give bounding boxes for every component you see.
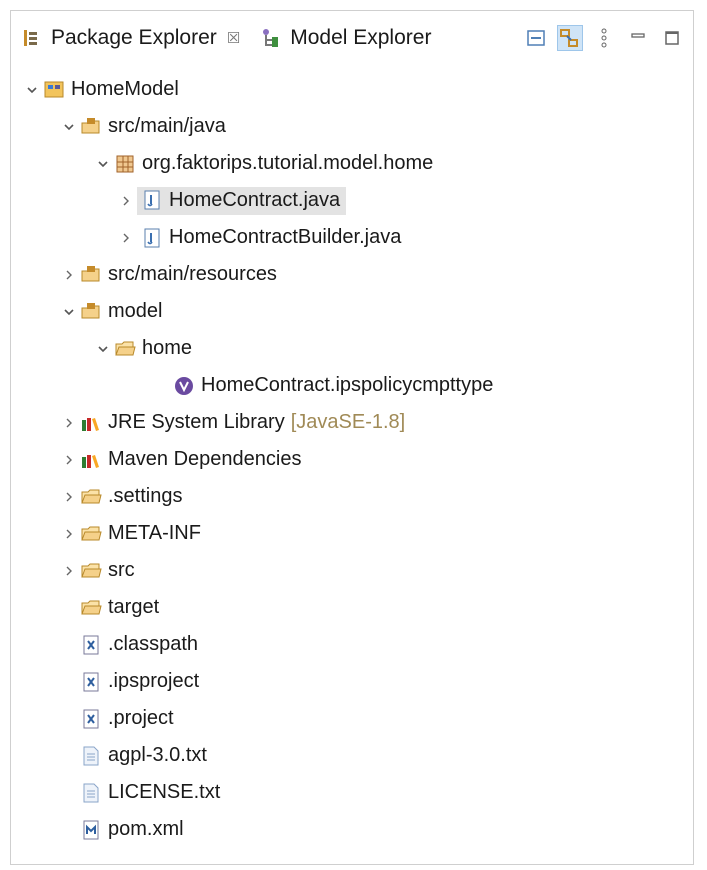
chevron-right-icon[interactable] <box>115 227 137 249</box>
tree-item-maven-dependencies[interactable]: Maven Dependencies <box>11 441 693 478</box>
tree-item-label: src/main/resources <box>108 263 277 285</box>
tree-item-agpl-txt[interactable]: agpl-3.0.txt <box>11 737 693 774</box>
tree-item-pom-xml[interactable]: pom.xml <box>11 811 693 848</box>
java-file-icon <box>144 228 160 247</box>
chevron-right-icon[interactable] <box>115 190 137 212</box>
tree-item-label: home <box>142 337 193 359</box>
jre-version-decoration: [JavaSE-1.8] <box>290 411 406 433</box>
tree-item-license-txt[interactable]: LICENSE.txt <box>11 774 693 811</box>
java-file-icon <box>144 190 160 210</box>
tree-item-src-main-resources[interactable]: src/main/resources <box>11 256 693 293</box>
package-explorer-icon <box>24 30 37 46</box>
tree-item-label: .settings <box>108 485 183 507</box>
tree-item-label: src <box>108 559 135 581</box>
tab-label: Model Explorer <box>290 26 432 49</box>
minimize-button[interactable] <box>625 25 651 51</box>
package-icon <box>116 155 134 172</box>
folder-icon <box>81 526 102 540</box>
folder-icon <box>81 489 102 503</box>
tree-item-label: .ipsproject <box>108 670 200 692</box>
tree-item-model[interactable]: model <box>11 293 693 330</box>
tree-item-homecontract-java[interactable]: HomeContract.java <box>11 182 693 219</box>
collapse-all-button[interactable] <box>523 25 549 51</box>
source-folder-icon <box>81 117 100 133</box>
xml-file-icon <box>83 635 99 654</box>
source-folder-icon <box>81 265 100 281</box>
library-icon <box>82 454 99 468</box>
view-tab-bar: Package Explorer ☒ Model Explorer <box>11 11 693 65</box>
tree-item-label: pom.xml <box>108 818 184 840</box>
chevron-down-icon[interactable] <box>58 116 80 138</box>
tree-item-label: org.faktorips.tutorial.model.home <box>142 152 434 174</box>
tree-item-label: .project <box>108 707 174 729</box>
tree-item-homecontractbuilder-java[interactable]: HomeContractBuilder.java <box>11 219 693 256</box>
tree-item-label: JRE System Library <box>108 411 285 433</box>
tree-item-label: HomeModel <box>71 78 179 100</box>
tree-item-label: Maven Dependencies <box>108 448 302 470</box>
tree-item-label: HomeContract.java <box>169 188 341 211</box>
tree-item-label: target <box>108 596 160 618</box>
tree-item-settings[interactable]: .settings <box>11 478 693 515</box>
tree-item-label: META-INF <box>108 522 201 544</box>
link-with-editor-button[interactable] <box>557 25 583 51</box>
link-with-editor-icon <box>560 29 578 47</box>
maximize-button[interactable] <box>659 25 685 51</box>
tab-model-explorer[interactable]: Model Explorer <box>250 11 441 65</box>
library-icon <box>82 417 99 431</box>
text-file-icon <box>83 783 99 802</box>
package-explorer-view: Package Explorer ☒ Model Explorer HomeMo… <box>10 10 694 865</box>
tree-item-src[interactable]: src <box>11 552 693 589</box>
tree-item-homemodel[interactable]: HomeModel <box>11 71 693 108</box>
chevron-right-icon[interactable] <box>58 264 80 286</box>
folder-icon <box>81 600 102 614</box>
collapse-all-icon <box>527 30 545 46</box>
xml-file-icon <box>83 672 99 691</box>
tree-item-home[interactable]: home <box>11 330 693 367</box>
tree-item-label: LICENSE.txt <box>108 781 221 803</box>
tree-item-target[interactable]: target <box>11 589 693 626</box>
model-explorer-icon <box>263 29 279 47</box>
tree-item-meta-inf[interactable]: META-INF <box>11 515 693 552</box>
faktor-project-icon <box>44 81 64 97</box>
tab-label: Package Explorer <box>51 26 217 49</box>
tree-item-jre-system-library[interactable]: JRE System Library [JavaSE-1.8] <box>11 404 693 441</box>
policy-cmpt-type-icon <box>175 376 193 395</box>
xml-file-icon <box>83 709 99 728</box>
chevron-right-icon[interactable] <box>58 449 80 471</box>
chevron-right-icon[interactable] <box>58 486 80 508</box>
tree-item-src-main-java[interactable]: src/main/java <box>11 108 693 145</box>
tree-item-label: HomeContract.ipspolicycmpttype <box>201 374 494 396</box>
view-toolbar <box>523 25 685 51</box>
tree-item-label: src/main/java <box>108 115 226 137</box>
tree-item-homecontract-ipspolicycmpttype[interactable]: HomeContract.ipspolicycmpttype <box>11 367 693 404</box>
minimize-icon <box>631 33 645 38</box>
tree-item-label: agpl-3.0.txt <box>108 744 207 766</box>
maximize-icon <box>665 31 679 45</box>
selection-highlight: HomeContract.java <box>137 186 347 215</box>
chevron-right-icon[interactable] <box>58 412 80 434</box>
chevron-down-icon[interactable] <box>92 338 114 360</box>
chevron-down-icon[interactable] <box>58 301 80 323</box>
chevron-down-icon[interactable] <box>92 153 114 175</box>
tree-item-project[interactable]: .project <box>11 700 693 737</box>
maven-pom-icon <box>83 820 99 839</box>
tree-item-classpath[interactable]: .classpath <box>11 626 693 663</box>
view-menu-icon <box>601 28 607 48</box>
folder-icon <box>81 563 102 577</box>
view-menu-button[interactable] <box>591 25 617 51</box>
tree-item-ipsproject[interactable]: .ipsproject <box>11 663 693 700</box>
chevron-right-icon[interactable] <box>58 523 80 545</box>
tree-item-label: model <box>108 300 163 322</box>
tree-item-label: HomeContractBuilder.java <box>169 226 402 248</box>
text-file-icon <box>83 746 99 765</box>
source-folder-icon <box>81 302 100 318</box>
close-tab-icon[interactable]: ☒ <box>227 29 240 47</box>
chevron-right-icon[interactable] <box>58 560 80 582</box>
chevron-down-icon[interactable] <box>21 79 43 101</box>
tree-item-label: .classpath <box>108 633 199 655</box>
tab-package-explorer[interactable]: Package Explorer ☒ <box>11 11 251 65</box>
folder-icon <box>115 341 136 355</box>
project-tree: HomeModel src/main/java org.faktorips.tu… <box>11 67 693 864</box>
tree-item-package[interactable]: org.faktorips.tutorial.model.home <box>11 145 693 182</box>
